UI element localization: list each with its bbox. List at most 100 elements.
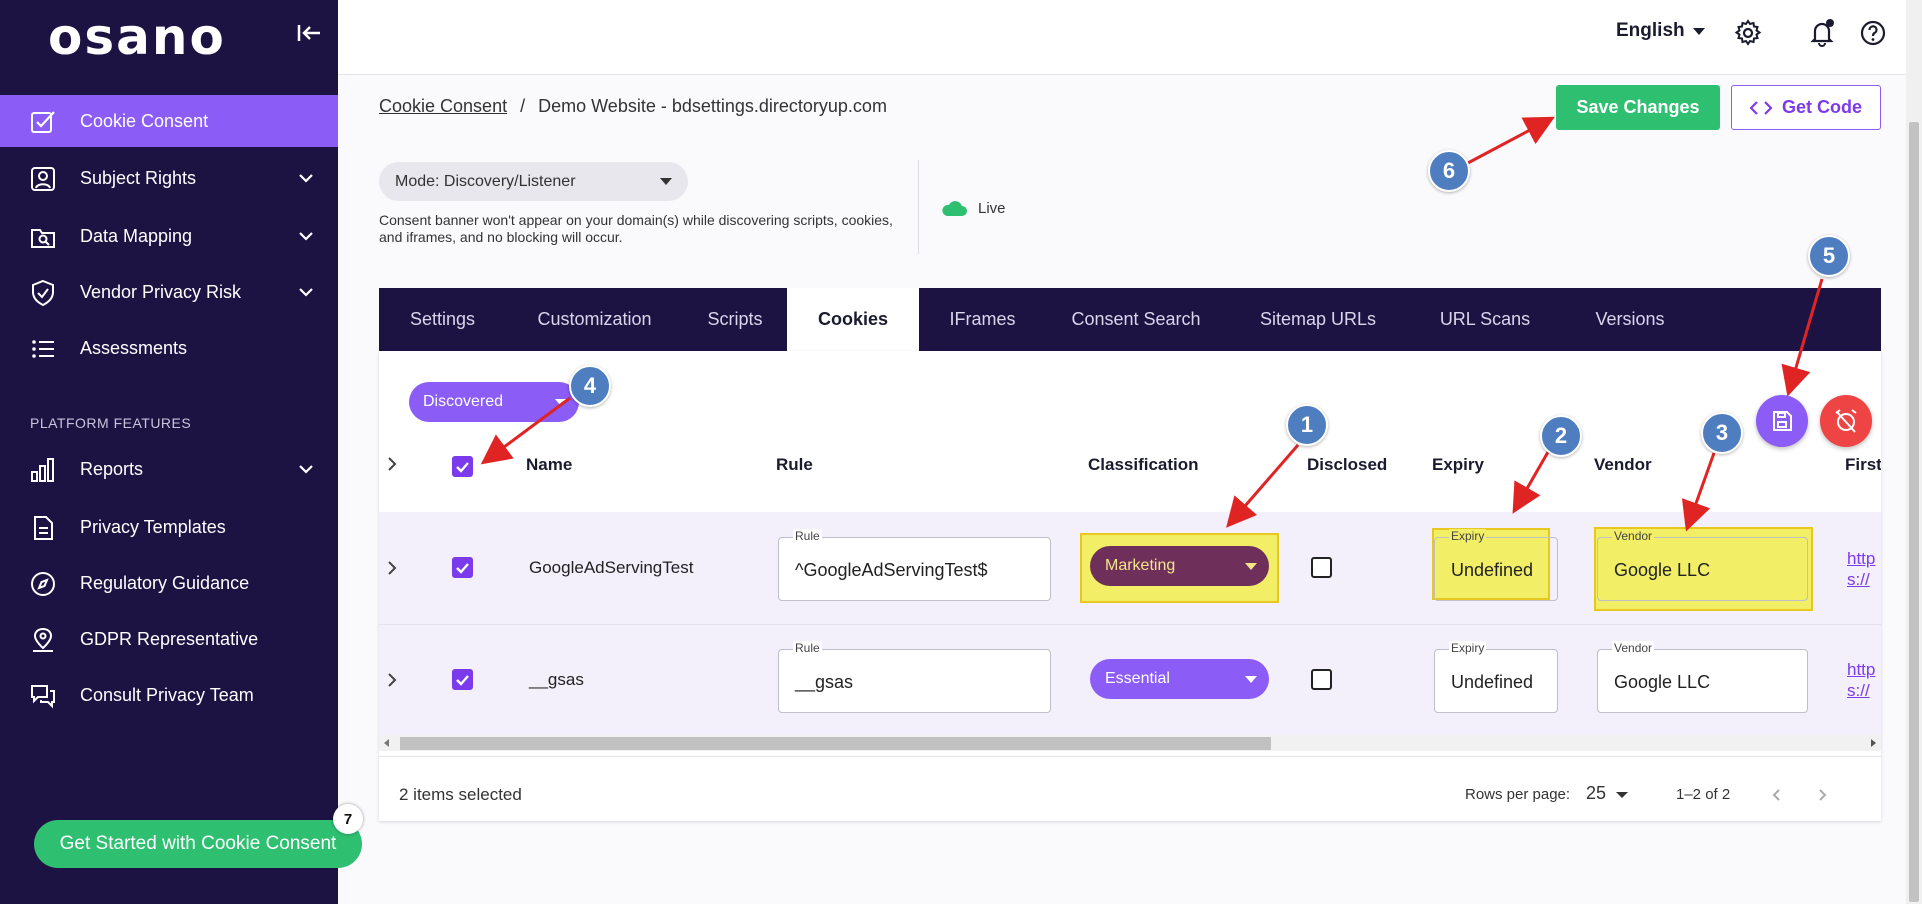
floppy-disk-icon (1773, 411, 1792, 431)
row-checkbox[interactable] (452, 669, 473, 690)
column-header-name[interactable]: Name (526, 455, 572, 475)
tab-bar: Settings Customization Scripts Cookies I… (379, 288, 1881, 351)
get-code-button[interactable]: Get Code (1731, 85, 1881, 130)
column-header-classification[interactable]: Classification (1088, 455, 1199, 475)
scrollbar-thumb[interactable] (400, 737, 1271, 750)
language-label: English (1616, 20, 1685, 41)
vendor-input[interactable]: Vendor Google LLC (1597, 529, 1808, 601)
select-all-checkbox[interactable] (452, 456, 473, 477)
column-header-disclosed[interactable]: Disclosed (1307, 455, 1387, 475)
mode-select[interactable]: Mode: Discovery/Listener (379, 162, 688, 201)
rows-per-page-select[interactable]: 25 (1586, 783, 1606, 804)
sidebar-item-consult-privacy-team[interactable]: Consult Privacy Team (0, 669, 338, 721)
get-started-cookie-consent-button[interactable]: Get Started with Cookie Consent (34, 820, 362, 868)
field-label: Rule (793, 641, 822, 655)
column-header-vendor[interactable]: Vendor (1594, 455, 1652, 475)
page-scrollbar[interactable] (1906, 0, 1922, 904)
document-icon (34, 516, 53, 540)
caret-down-icon[interactable] (1616, 792, 1628, 798)
app-window: osano Cookie Consent Subject Rights Data… (0, 0, 1922, 904)
sidebar-item-assessments[interactable]: Assessments (0, 322, 338, 374)
scrollbar-thumb[interactable] (1909, 122, 1919, 902)
tab-cookies[interactable]: Cookies (787, 288, 919, 351)
bell-icon[interactable] (1807, 18, 1837, 48)
rule-input[interactable]: Rule ^GoogleAdServingTest$ (778, 529, 1051, 601)
column-header-rule[interactable]: Rule (776, 455, 813, 475)
chevron-down-icon[interactable] (296, 168, 316, 188)
cancel-schedule-fab-button[interactable] (1820, 395, 1872, 447)
first-party-link[interactable]: https://goog (1847, 659, 1877, 703)
chevron-right-icon[interactable] (384, 672, 400, 688)
expiry-input[interactable]: Expiry Undefined (1434, 529, 1558, 601)
osano-logo: osano (48, 8, 226, 66)
annotation-number: 3 (1701, 412, 1743, 454)
tab-sitemap-urls[interactable]: Sitemap URLs (1226, 288, 1410, 351)
chat-bubbles-icon (31, 685, 55, 709)
gear-icon[interactable] (1733, 18, 1763, 48)
expiry-value: Undefined (1451, 672, 1534, 692)
breadcrumb-link-cookie-consent[interactable]: Cookie Consent (379, 96, 507, 116)
help-icon[interactable] (1858, 18, 1888, 48)
horizontal-scrollbar[interactable] (379, 735, 1881, 751)
expiry-input[interactable]: Expiry Undefined (1434, 641, 1558, 713)
save-changes-button[interactable]: Save Changes (1556, 85, 1720, 130)
row-checkbox[interactable] (452, 557, 473, 578)
table-row: __gsas Rule __gsas Essential Expiry Unde… (379, 625, 1881, 735)
caret-down-icon (1245, 563, 1257, 570)
caret-down-icon (1245, 676, 1257, 683)
sidebar-item-vendor-privacy-risk[interactable]: Vendor Privacy Risk (0, 266, 338, 318)
column-header-first[interactable]: First (1845, 455, 1881, 475)
classification-select[interactable]: Essential (1090, 659, 1269, 699)
sidebar-item-data-mapping[interactable]: Data Mapping (0, 210, 338, 262)
tab-consent-search[interactable]: Consent Search (1046, 288, 1226, 351)
disclosed-checkbox[interactable] (1311, 669, 1332, 690)
sidebar-item-label: Consult Privacy Team (80, 684, 254, 705)
cookie-name: __gsas (529, 670, 584, 689)
sidebar-item-regulatory-guidance[interactable]: Regulatory Guidance (0, 557, 338, 609)
status-filter-select[interactable]: Discovered (409, 382, 579, 422)
rule-input[interactable]: Rule __gsas (778, 641, 1051, 713)
selected-count: 2 items selected (399, 785, 522, 804)
expiry-value: Undefined (1451, 560, 1534, 580)
first-party-link[interactable]: https://goog (1847, 548, 1877, 592)
tab-customization[interactable]: Customization (506, 288, 683, 351)
previous-page-icon[interactable] (1767, 785, 1787, 805)
table-row: GoogleAdServingTest Rule ^GoogleAdServin… (379, 512, 1881, 624)
vendor-input[interactable]: Vendor Google LLC (1597, 641, 1808, 713)
next-page-icon[interactable] (1812, 785, 1832, 805)
sidebar-item-label: Regulatory Guidance (80, 572, 250, 593)
tab-versions[interactable]: Versions (1560, 288, 1700, 351)
scroll-left-arrow-icon[interactable] (384, 739, 389, 747)
chevron-right-icon[interactable] (384, 560, 400, 576)
tab-scripts[interactable]: Scripts (683, 288, 787, 351)
collapse-sidebar-icon[interactable] (294, 18, 324, 48)
breadcrumb: Cookie Consent / Demo Website - bdsettin… (379, 96, 887, 117)
sidebar-item-cookie-consent[interactable]: Cookie Consent (0, 95, 338, 147)
chevron-down-icon[interactable] (296, 459, 316, 479)
tab-settings[interactable]: Settings (379, 288, 506, 351)
disclosed-checkbox[interactable] (1311, 557, 1332, 578)
column-header-expiry[interactable]: Expiry (1432, 455, 1484, 475)
classification-select[interactable]: Marketing (1090, 546, 1269, 586)
chevron-down-icon[interactable] (296, 226, 316, 246)
sidebar-item-reports[interactable]: Reports (0, 443, 338, 495)
pagination-range: 1–2 of 2 (1676, 786, 1731, 803)
sidebar-item-subject-rights[interactable]: Subject Rights (0, 152, 338, 204)
sidebar-item-gdpr-representative[interactable]: GDPR Representative (0, 613, 338, 665)
language-selector[interactable]: English (1616, 20, 1705, 42)
live-label: Live (978, 199, 1006, 217)
tab-url-scans[interactable]: URL Scans (1410, 288, 1560, 351)
bar-chart-icon (31, 458, 54, 482)
scroll-right-arrow-icon[interactable] (1871, 739, 1876, 747)
chevron-right-icon[interactable] (384, 456, 400, 472)
save-fab-button[interactable] (1756, 395, 1808, 447)
sidebar-item-label: Privacy Templates (80, 516, 226, 537)
annotation-badge: 7 (333, 804, 363, 834)
user-card-icon (31, 167, 55, 191)
tab-iframes[interactable]: IFrames (919, 288, 1046, 351)
chevron-down-icon[interactable] (296, 282, 316, 302)
table-footer: 2 items selected Rows per page: 25 1–2 o… (379, 756, 1881, 821)
sidebar-item-privacy-templates[interactable]: Privacy Templates (0, 501, 338, 553)
field-label: Vendor (1612, 641, 1655, 655)
get-code-label: Get Code (1781, 97, 1862, 117)
